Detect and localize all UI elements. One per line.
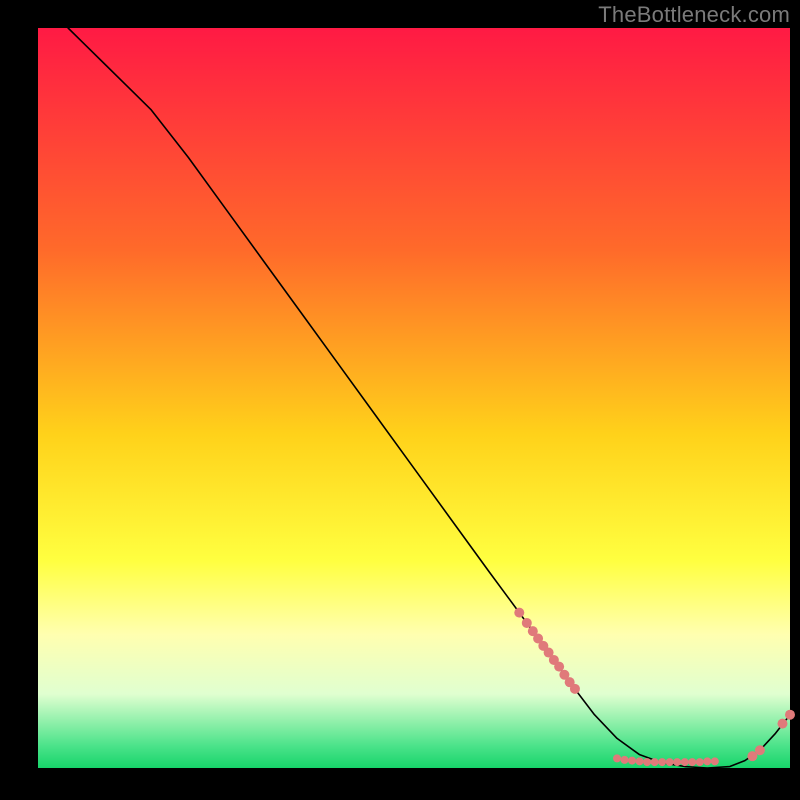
chart-svg <box>0 0 800 800</box>
chart-container: TheBottleneck.com <box>0 0 800 800</box>
plot-background <box>38 28 790 768</box>
watermark-text: TheBottleneck.com <box>598 2 790 28</box>
